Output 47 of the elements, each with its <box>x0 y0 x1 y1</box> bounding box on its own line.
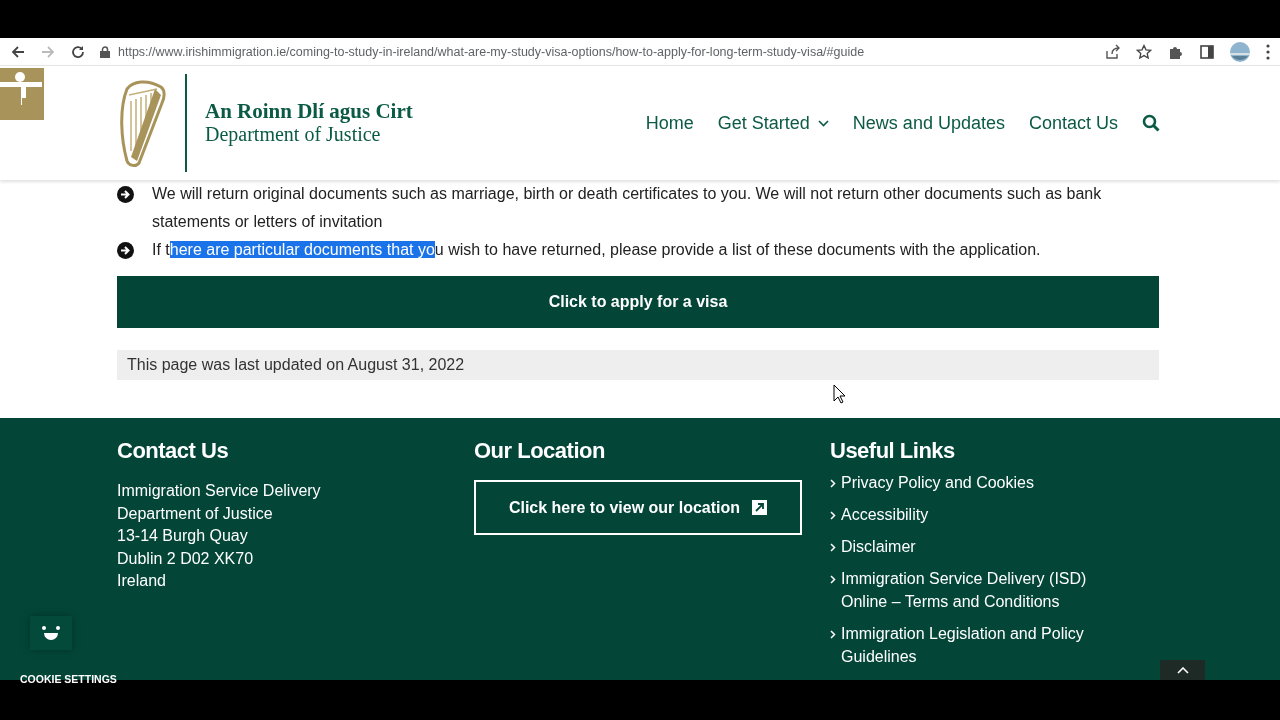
address-line: Ireland <box>117 571 167 591</box>
chevron-right-icon <box>830 630 836 639</box>
mouse-pointer-icon <box>833 384 846 404</box>
footer-heading: Contact Us <box>117 438 230 464</box>
nav-link[interactable]: Get Started <box>717 112 829 134</box>
lock-icon <box>100 45 110 58</box>
star-icon[interactable] <box>1136 43 1152 60</box>
share-icon[interactable] <box>1104 43 1120 60</box>
view-location-button[interactable]: Click here to view our location <box>474 480 802 535</box>
footer-link[interactable]: Immigration Service Delivery (ISD) Online – Terms and Conditions <box>830 567 1120 613</box>
chevron-right-icon <box>830 575 836 584</box>
menu-icon[interactable] <box>1266 43 1270 60</box>
search-icon[interactable] <box>1142 114 1160 132</box>
address-line: Immigration Service Delivery <box>117 481 322 501</box>
avatar-icon[interactable] <box>1230 41 1250 62</box>
last-updated-note: This page was last updated on August 31, 2022 <box>117 350 1159 380</box>
sidebar-icon[interactable] <box>1200 44 1214 59</box>
smiley-icon <box>40 626 62 640</box>
footer-link[interactable]: Disclaimer <box>830 535 1120 558</box>
footer-link[interactable]: Accessibility <box>830 503 1120 526</box>
footer-link[interactable]: Privacy Policy and Cookies <box>830 471 1120 494</box>
nav-link[interactable]: News and Updates <box>852 112 1005 134</box>
chevron-right-icon <box>830 479 836 488</box>
nav-link[interactable]: Contact Us <box>1028 112 1118 134</box>
nav-link[interactable]: Home <box>645 112 694 134</box>
reload-icon[interactable] <box>70 43 86 60</box>
cookie-settings-label[interactable]: COOKIE SETTINGS <box>20 673 117 685</box>
back-icon[interactable] <box>10 43 26 60</box>
address-line: Department of Justice <box>117 503 274 524</box>
scroll-top-button[interactable] <box>1160 660 1205 680</box>
address-line: Dublin 2 D02 XK70 <box>117 548 255 569</box>
chevron-right-icon <box>830 543 836 552</box>
harp-logo-icon <box>117 79 167 167</box>
address-line: 13-14 Burgh Quay <box>117 526 249 546</box>
footer-link[interactable]: Immigration Legislation and Policy Guidelines <box>830 622 1120 668</box>
department-title: Department of Justice <box>205 123 382 146</box>
arrow-circle-icon <box>117 186 134 203</box>
cookie-settings-button[interactable] <box>30 616 72 650</box>
department-title: An Roinn Dlí agus Cirt <box>205 100 413 123</box>
chevron-down-icon <box>817 119 829 127</box>
footer-heading: Our Location <box>474 438 606 464</box>
caret-up-icon <box>1176 666 1189 674</box>
arrow-circle-icon <box>117 242 134 259</box>
apply-button[interactable]: Click to apply for a visa <box>117 276 1159 328</box>
external-link-icon <box>752 500 768 515</box>
chevron-right-icon <box>830 511 836 520</box>
footer-heading: Useful Links <box>830 438 956 464</box>
